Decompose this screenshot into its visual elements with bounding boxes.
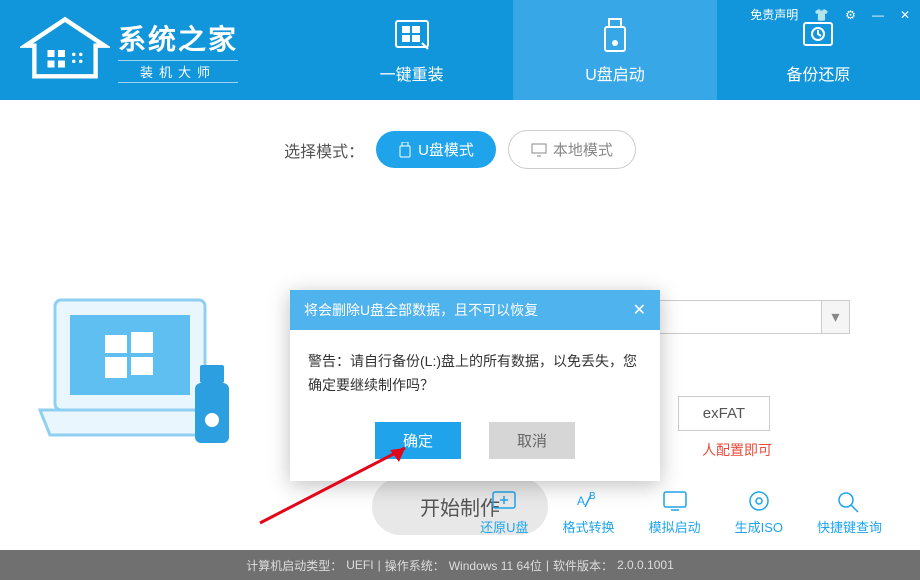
minimize-icon[interactable]: — xyxy=(868,6,888,24)
status-ver-label: 软件版本： xyxy=(553,557,613,574)
tab-usb-boot[interactable]: U盘启动 xyxy=(513,0,716,100)
status-os-label: 操作系统： xyxy=(385,557,445,574)
tool-simulate-boot[interactable]: 模拟启动 xyxy=(649,489,701,536)
generate-iso-icon xyxy=(745,489,773,513)
settings-icon[interactable]: ⚙ xyxy=(841,6,860,24)
dialog-close-icon[interactable]: ✕ xyxy=(633,300,646,320)
mode-btn-label: U盘模式 xyxy=(418,139,474,160)
disclaimer-link[interactable]: 免责声明 xyxy=(746,4,802,25)
tab-label: 一键重装 xyxy=(380,61,444,85)
tab-label: U盘启动 xyxy=(585,61,645,85)
status-ver-value: 2.0.0.1001 xyxy=(617,558,674,572)
laptop-usb-illustration xyxy=(35,290,255,470)
mode-selector: 选择模式： U盘模式 本地模式 xyxy=(40,130,880,169)
status-sep: | xyxy=(546,558,549,572)
usb-mode-button[interactable]: U盘模式 xyxy=(376,131,496,168)
dialog-body: 警告：请自行备份(L:)盘上的所有数据，以免丢失，您确定要继续制作吗？ xyxy=(290,330,660,422)
tool-label: 模拟启动 xyxy=(649,517,701,536)
chevron-down-icon[interactable]: ▾ xyxy=(822,300,850,334)
local-mode-button[interactable]: 本地模式 xyxy=(508,130,636,169)
dialog-footer: 确定 取消 xyxy=(290,422,660,481)
usb-drive-icon xyxy=(595,15,635,55)
dialog-ok-button[interactable]: 确定 xyxy=(375,422,461,459)
status-boot-value: UEFI xyxy=(346,558,373,572)
config-hint: 人配置即可 xyxy=(702,440,772,460)
mode-label: 选择模式： xyxy=(284,138,364,162)
format-convert-icon: AB xyxy=(575,489,603,513)
simulate-boot-icon xyxy=(661,489,689,513)
dialog-cancel-button[interactable]: 取消 xyxy=(489,422,575,459)
logo-area: 系统之家 装机大师 xyxy=(0,15,310,85)
status-sep: | xyxy=(378,558,381,572)
tool-restore-usb[interactable]: 还原U盘 xyxy=(480,489,528,536)
monitor-small-icon xyxy=(531,143,547,157)
close-icon[interactable]: ✕ xyxy=(896,6,914,24)
tool-label: 格式转换 xyxy=(563,517,615,536)
app-header: 系统之家 装机大师 一键重装 U盘启动 备份还原 免责声明 👕 ⚙ — ✕ xyxy=(0,0,920,100)
dialog-title: 将会删除U盘全部数据，且不可以恢复 xyxy=(304,300,538,320)
tool-label: 快捷键查询 xyxy=(817,517,882,536)
window-controls: 免责声明 👕 ⚙ — ✕ xyxy=(746,4,914,25)
tool-hotkey-lookup[interactable]: 快捷键查询 xyxy=(817,489,882,536)
app-subtitle: 装机大师 xyxy=(118,60,238,83)
bottom-toolbar: 还原U盘 AB 格式转换 模拟启动 生成ISO 快捷键查询 xyxy=(480,489,882,536)
status-os-value: Windows 11 64位 xyxy=(449,557,542,574)
tool-label: 生成ISO xyxy=(735,517,783,536)
main-content: 选择模式： U盘模式 本地模式 ）26.91GB ▾ exFAT 人配置即可 开… xyxy=(0,100,920,540)
confirm-dialog: 将会删除U盘全部数据，且不可以恢复 ✕ 警告：请自行备份(L:)盘上的所有数据，… xyxy=(290,290,660,481)
tool-generate-iso[interactable]: 生成ISO xyxy=(735,489,783,536)
restore-usb-icon xyxy=(490,489,518,513)
app-title: 系统之家 xyxy=(118,18,238,58)
skin-icon[interactable]: 👕 xyxy=(810,6,833,24)
tab-reinstall[interactable]: 一键重装 xyxy=(310,0,513,100)
tab-label: 备份还原 xyxy=(786,61,850,85)
filesystem-exfat-option[interactable]: exFAT xyxy=(678,396,770,431)
mode-btn-label: 本地模式 xyxy=(553,139,613,160)
house-logo-icon xyxy=(20,15,110,85)
tool-format-convert[interactable]: AB 格式转换 xyxy=(563,489,615,536)
status-boot-label: 计算机启动类型： xyxy=(246,557,342,574)
usb-small-icon xyxy=(398,142,412,158)
hotkey-lookup-icon xyxy=(835,489,863,513)
svg-text:A: A xyxy=(577,494,585,508)
windows-reinstall-icon xyxy=(392,15,432,55)
status-bar: 计算机启动类型： UEFI | 操作系统： Windows 11 64位 | 软… xyxy=(0,550,920,580)
dialog-header: 将会删除U盘全部数据，且不可以恢复 ✕ xyxy=(290,290,660,330)
tool-label: 还原U盘 xyxy=(480,517,528,536)
